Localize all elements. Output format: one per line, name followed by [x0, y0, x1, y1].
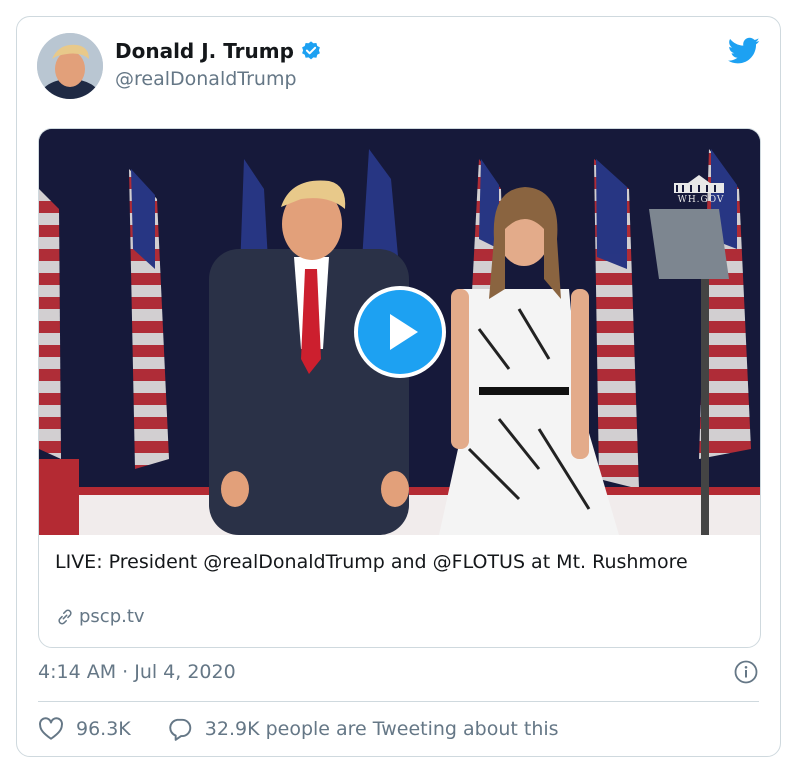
watermark-text: WH.GOV [677, 195, 725, 205]
verified-badge-icon [302, 41, 320, 60]
link-title[interactable]: LIVE: President @realDonaldTrump and @FL… [55, 549, 735, 575]
conversation-button[interactable]: 32.9K people are Tweeting about this [167, 717, 559, 741]
author-name-row: Donald J. Trump [115, 39, 322, 63]
tweet-card: Donald J. Trump @realDonaldTrump WH.GOV … [16, 16, 781, 757]
video-thumbnail[interactable]: WH.GOV [39, 129, 760, 535]
author-handle[interactable]: @realDonaldTrump [115, 68, 297, 90]
heart-icon [39, 717, 63, 740]
link-domain-row[interactable]: pscp.tv [55, 606, 145, 627]
conversation-count: 32.9K people are Tweeting about this [204, 718, 559, 740]
reply-bubble-icon [169, 718, 191, 741]
info-icon[interactable] [734, 660, 758, 684]
play-icon [390, 314, 418, 350]
wh-gov-watermark: WH.GOV [670, 173, 732, 205]
link-domain: pscp.tv [79, 606, 145, 627]
link-preview-card[interactable]: WH.GOV LIVE: President @realDonaldTrump … [38, 128, 761, 648]
author-name[interactable]: Donald J. Trump [115, 39, 294, 63]
divider [38, 701, 759, 702]
play-button[interactable] [354, 286, 446, 378]
twitter-bird-icon[interactable] [728, 37, 760, 65]
like-count: 96.3K [76, 718, 131, 740]
like-button[interactable]: 96.3K [38, 717, 131, 741]
white-house-icon [674, 175, 724, 193]
tweet-timestamp[interactable]: 4:14 AM · Jul 4, 2020 [38, 661, 236, 683]
action-bar: 96.3K 32.9K people are Tweeting about th… [38, 717, 559, 741]
avatar[interactable] [37, 33, 103, 99]
link-icon [58, 609, 72, 624]
